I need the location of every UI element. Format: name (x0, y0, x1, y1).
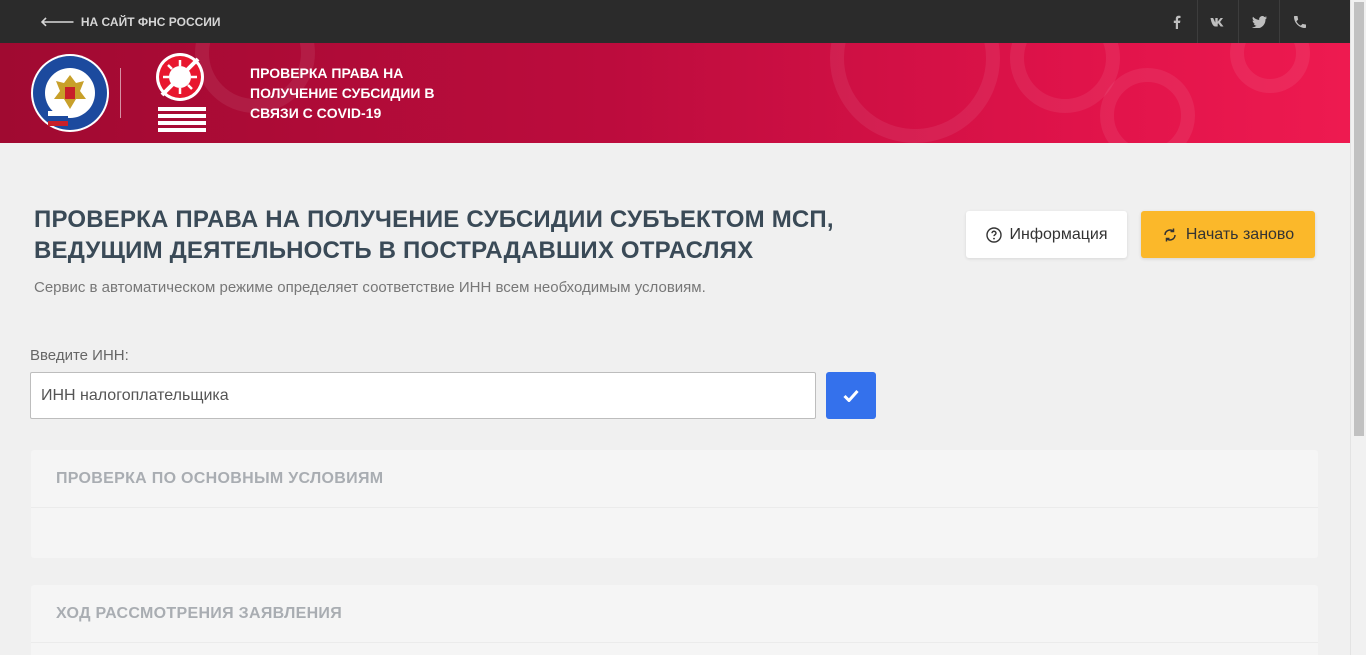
refresh-icon (1164, 228, 1176, 241)
back-link-label: НА САЙТ ФНС РОССИИ (80, 14, 221, 29)
info-button[interactable]: Информация (966, 211, 1127, 258)
checkmark-icon (843, 389, 859, 402)
inn-input[interactable] (30, 372, 816, 419)
phone-link[interactable] (1279, 0, 1320, 43)
check-inn-button[interactable] (826, 372, 876, 419)
facebook-link[interactable] (1156, 0, 1197, 43)
banner-title: ПРОВЕРКА ПРАВА НА ПОЛУЧЕНИЕ СУБСИДИИ В С… (250, 65, 435, 121)
page-title: ПРОВЕРКА ПРАВА НА ПОЛУЧЕНИЕ СУБСИДИИ СУБ… (34, 206, 834, 264)
fns-emblem-logo[interactable] (30, 53, 110, 133)
facebook-icon (1173, 15, 1180, 29)
twitter-link[interactable] (1238, 0, 1279, 43)
main-conditions-panel: ПРОВЕРКА ПО ОСНОВНЫМ УСЛОВИЯМ (31, 450, 1318, 558)
logo-divider (120, 68, 121, 118)
panel-title: ПРОВЕРКА ПО ОСНОВНЫМ УСЛОВИЯМ (31, 450, 1318, 508)
back-to-fns-link[interactable]: 🡐 НА САЙТ ФНС РОССИИ (40, 0, 221, 43)
application-status-panel: ХОД РАССМОТРЕНИЯ ЗАЯВЛЕНИЯ (31, 585, 1318, 655)
scrollbar-thumb[interactable] (1354, 2, 1364, 436)
page-subtitle: Сервис в автоматическом режиме определяе… (34, 279, 706, 296)
restart-button[interactable]: Начать заново (1141, 211, 1315, 258)
info-button-label: Информация (1009, 225, 1108, 243)
page-scrollbar[interactable] (1350, 0, 1366, 655)
banner-decoration (830, 43, 1000, 143)
fns-emblem-icon (31, 54, 109, 132)
inn-label: Введите ИНН: (30, 347, 129, 364)
restart-button-label: Начать заново (1185, 225, 1295, 243)
vk-icon (1210, 17, 1224, 26)
banner-decoration (1230, 43, 1310, 93)
header-banner: ПРОВЕРКА ПРАВА НА ПОЛУЧЕНИЕ СУБСИДИИ В С… (0, 43, 1350, 143)
top-bar: 🡐 НА САЙТ ФНС РОССИИ (0, 0, 1350, 43)
phone-icon (1294, 15, 1306, 28)
twitter-icon (1251, 15, 1267, 28)
covid-logo (152, 51, 208, 135)
arrow-left-icon: 🡐 (40, 13, 75, 29)
question-circle-icon (985, 226, 1002, 243)
panel-title: ХОД РАССМОТРЕНИЯ ЗАЯВЛЕНИЯ (31, 585, 1318, 643)
vk-link[interactable] (1197, 0, 1238, 43)
covid-virus-icon (156, 53, 206, 132)
social-links (1156, 0, 1320, 43)
